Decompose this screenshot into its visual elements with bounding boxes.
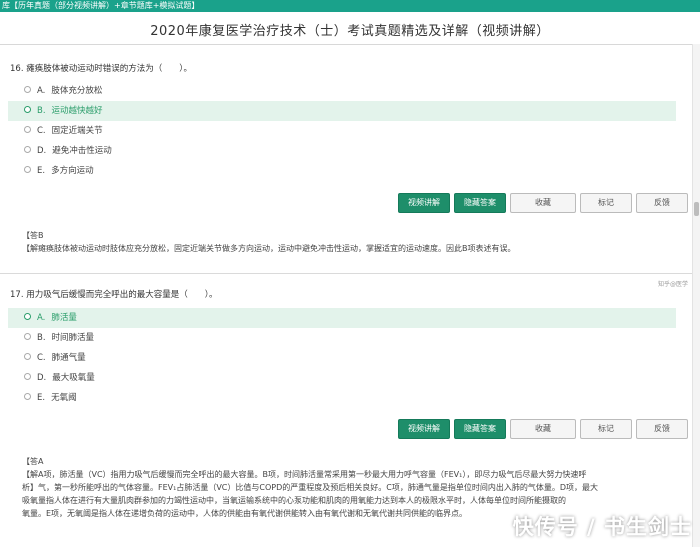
watermark: 快传号 / 书生剑士	[512, 515, 692, 539]
answer-analysis-line-1: 【解A项，肺活量（VC）指用力吸气后缓慢而完全呼出的最大容量。B项，时间肺活量常…	[22, 470, 587, 479]
question-16-actions: 视频讲解 隐藏答案 收藏 标记 反馈	[398, 193, 688, 215]
answer-block: 【答B 【解瘫痪肢体被动运动时肢体应充分放松，固定近端关节做多方向运动，运动中避…	[22, 229, 682, 255]
option-d[interactable]: D. 最大吸氧量	[8, 368, 676, 388]
question-divider	[0, 273, 692, 274]
option-a[interactable]: A. 肺活量	[8, 308, 676, 328]
hide-answer-button[interactable]: 隐藏答案	[454, 419, 506, 439]
question-16-options: A. 肢体充分放松 B. 运动越快越好 C. 固定近端关节 D. 避免冲击性运动 E. 多…	[0, 81, 690, 181]
question-17-options: A. 肺活量 B. 时间肺活量 C. 肺通气量 D. 最大吸氧量 E. 无氧阈	[0, 308, 690, 408]
favorite-button[interactable]: 收藏	[510, 419, 576, 439]
option-e[interactable]: E. 多方向运动	[8, 161, 676, 181]
option-a[interactable]: A. 肢体充分放松	[8, 81, 676, 101]
radio-icon[interactable]	[24, 166, 31, 173]
question-stem: 17. 用力吸气后缓慢而完全呼出的最大容量是（ ）。	[10, 290, 218, 300]
feedback-button[interactable]: 反馈	[636, 419, 688, 439]
option-e[interactable]: E. 无氧阈	[8, 388, 676, 408]
scrollbar[interactable]	[692, 44, 700, 547]
feedback-button[interactable]: 反馈	[636, 193, 688, 213]
answer-label: 【答B	[22, 231, 44, 240]
radio-icon[interactable]	[24, 126, 31, 133]
hide-answer-button[interactable]: 隐藏答案	[454, 193, 506, 213]
mark-button[interactable]: 标记	[580, 193, 632, 213]
radio-icon[interactable]	[24, 393, 31, 400]
question-17: 17. 用力吸气后缓慢而完全呼出的最大容量是（ ）。	[0, 288, 690, 302]
mark-button[interactable]: 标记	[580, 419, 632, 439]
radio-icon[interactable]	[24, 373, 31, 380]
question-stem: 16. 瘫痪肢体被动运动时错误的方法为（ ）。	[10, 64, 192, 74]
radio-icon[interactable]	[24, 313, 31, 320]
answer-analysis-line-2: 析】气，第一秒所能呼出的气体容量。FEV₁占肺活量（VC）比值与COPD的严重程…	[22, 483, 599, 492]
favorite-button[interactable]: 收藏	[510, 193, 576, 213]
option-c[interactable]: C. 肺通气量	[8, 348, 676, 368]
option-b[interactable]: B. 运动越快越好	[8, 101, 676, 121]
title-divider	[0, 44, 692, 45]
corner-watermark: 知乎@医学	[657, 281, 688, 288]
question-17-actions: 视频讲解 隐藏答案 收藏 标记 反馈	[398, 419, 688, 441]
option-b[interactable]: B. 时间肺活量	[8, 328, 676, 348]
answer-analysis: 【解瘫痪肢体被动运动时肢体应充分放松，固定近端关节做多方向运动，运动中避免冲击性…	[22, 244, 516, 253]
option-c[interactable]: C. 固定近端关节	[8, 121, 676, 141]
top-breadcrumb-bar: 库【历年真题（部分视频讲解）+章节题库+模拟试题】	[0, 0, 700, 12]
radio-icon[interactable]	[24, 146, 31, 153]
answer-label: 【答A	[22, 457, 44, 466]
video-explain-button[interactable]: 视频讲解	[398, 419, 450, 439]
radio-icon[interactable]	[24, 86, 31, 93]
radio-icon[interactable]	[24, 106, 31, 113]
question-16: 16. 瘫痪肢体被动运动时错误的方法为（ ）。	[0, 62, 690, 76]
answer-analysis-line-3: 吸氧量指人体在进行有大量肌肉群参加的力竭性运动中，当氧运输系统中的心泵功能和肌肉…	[22, 496, 566, 505]
page-title: 2020年康复医学治疗技术（士）考试真题精选及详解（视频讲解）	[150, 24, 550, 39]
video-explain-button[interactable]: 视频讲解	[398, 193, 450, 213]
option-d[interactable]: D. 避免冲击性运动	[8, 141, 676, 161]
radio-icon[interactable]	[24, 353, 31, 360]
scrollbar-thumb[interactable]	[694, 202, 699, 216]
radio-icon[interactable]	[24, 333, 31, 340]
